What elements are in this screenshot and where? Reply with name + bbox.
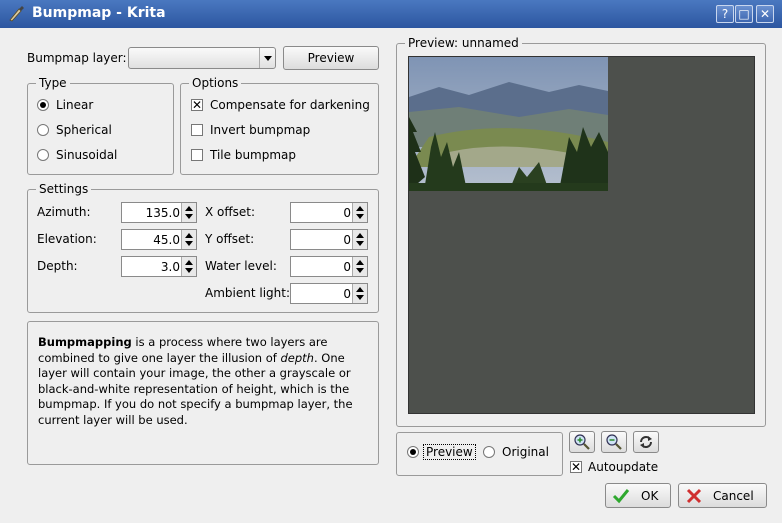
help-button[interactable]: ?: [716, 5, 734, 23]
spin-arrows-icon[interactable]: [181, 230, 196, 249]
radio-sinusoidal-label[interactable]: Sinusoidal: [56, 148, 117, 162]
type-group-title: Type: [36, 76, 70, 90]
ambient-light-spinbox[interactable]: 0: [290, 283, 368, 304]
invert-checkbox[interactable]: [191, 124, 203, 136]
depth-spinbox[interactable]: 3.0: [121, 256, 197, 277]
spin-arrows-icon[interactable]: [352, 230, 367, 249]
krita-brush-icon: [9, 6, 24, 22]
cancel-button[interactable]: Cancel: [678, 483, 767, 508]
spin-arrows-icon[interactable]: [181, 257, 196, 276]
radio-preview-label[interactable]: Preview: [423, 444, 476, 460]
radio-preview[interactable]: [407, 446, 419, 458]
invert-label[interactable]: Invert bumpmap: [210, 123, 310, 137]
description-italic: depth: [280, 350, 314, 365]
close-button[interactable]: ✕: [756, 5, 774, 23]
refresh-icon: [640, 436, 652, 448]
settings-group-title: Settings: [36, 182, 92, 196]
checkmark-icon: [612, 489, 630, 504]
zoom-out-icon: [606, 434, 622, 450]
x-offset-spinbox[interactable]: 0: [290, 202, 368, 223]
compensate-label[interactable]: Compensate for darkening: [210, 98, 370, 112]
water-level-spinbox[interactable]: 0: [290, 256, 368, 277]
ok-button[interactable]: OK: [605, 483, 671, 508]
radio-linear-label[interactable]: Linear: [56, 98, 93, 112]
description-box: Bumpmapping is a process where two layer…: [27, 321, 379, 465]
zoom-in-icon: [574, 434, 590, 450]
bumpmap-layer-select[interactable]: [128, 47, 276, 69]
azimuth-label: Azimuth:: [37, 205, 91, 219]
zoom-in-button[interactable]: [569, 431, 595, 453]
ambient-light-label: Ambient light:: [205, 286, 290, 300]
bumpmap-layer-label: Bumpmap layer:: [27, 51, 127, 65]
tile-checkbox[interactable]: [191, 149, 203, 161]
refresh-button[interactable]: [633, 431, 659, 453]
spin-arrows-icon[interactable]: [352, 257, 367, 276]
radio-original[interactable]: [483, 446, 495, 458]
x-offset-label: X offset:: [205, 205, 256, 219]
cancel-x-icon: [686, 488, 702, 504]
radio-spherical[interactable]: [37, 124, 49, 136]
radio-original-label[interactable]: Original: [502, 445, 549, 459]
zoom-out-button[interactable]: [601, 431, 627, 453]
tile-label[interactable]: Tile bumpmap: [210, 148, 296, 162]
radio-sinusoidal[interactable]: [37, 149, 49, 161]
options-group-title: Options: [189, 76, 242, 90]
compensate-checkbox[interactable]: ✕: [191, 99, 203, 111]
maximize-button[interactable]: □: [735, 5, 753, 23]
depth-label: Depth:: [37, 259, 78, 273]
elevation-label: Elevation:: [37, 232, 97, 246]
elevation-spinbox[interactable]: 45.0: [121, 229, 197, 250]
autoupdate-label[interactable]: Autoupdate: [588, 460, 658, 474]
cancel-label: Cancel: [713, 489, 754, 503]
radio-linear[interactable]: [37, 99, 49, 111]
preview-group-title: Preview: unnamed: [405, 36, 522, 50]
spin-arrows-icon[interactable]: [181, 203, 196, 222]
autoupdate-checkbox[interactable]: ✕: [570, 461, 582, 473]
ok-label: OK: [641, 489, 659, 503]
description-bold: Bumpmapping: [38, 335, 132, 349]
y-offset-spinbox[interactable]: 0: [290, 229, 368, 250]
preview-canvas[interactable]: [408, 56, 755, 414]
azimuth-spinbox[interactable]: 135.0: [121, 202, 197, 223]
y-offset-label: Y offset:: [205, 232, 255, 246]
spin-arrows-icon[interactable]: [352, 203, 367, 222]
window-title: Bumpmap - Krita: [32, 5, 166, 21]
title-bar[interactable]: Bumpmap - Krita ? □ ✕: [0, 0, 782, 28]
spin-arrows-icon[interactable]: [352, 284, 367, 303]
chevron-down-icon: [259, 48, 275, 68]
radio-spherical-label[interactable]: Spherical: [56, 123, 112, 137]
preview-button[interactable]: Preview: [283, 46, 379, 70]
preview-image: [409, 57, 608, 191]
water-level-label: Water level:: [205, 259, 277, 273]
